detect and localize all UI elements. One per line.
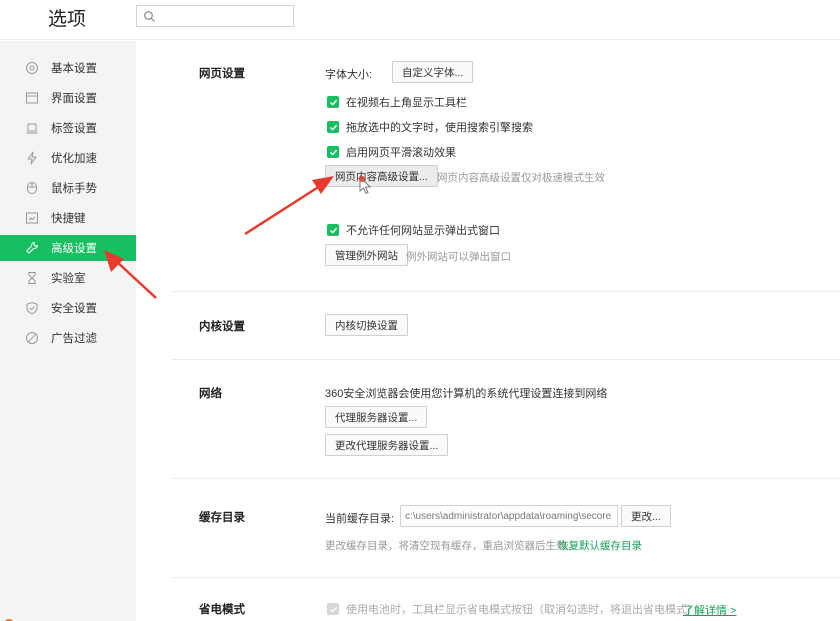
mouse-icon xyxy=(27,182,37,194)
window-icon xyxy=(26,92,38,104)
network-description: 360安全浏览器会使用您计算机的系统代理设置连接到网络 xyxy=(325,388,608,400)
section-divider xyxy=(172,359,840,360)
sidebar-item-shortcuts[interactable]: 快捷键 xyxy=(0,205,136,231)
keyboard-icon xyxy=(26,212,38,224)
gear-icon xyxy=(26,62,38,74)
checkbox-label: 在视频右上角显示工具栏 xyxy=(346,97,467,109)
checkbox-checked[interactable] xyxy=(327,96,339,108)
sidebar-item-advanced[interactable]: 高级设置 xyxy=(0,235,136,261)
advanced-content-settings-button[interactable]: 网页内容高级设置... xyxy=(325,165,438,187)
shield-icon xyxy=(26,301,38,315)
cache-path-field[interactable] xyxy=(400,505,618,527)
section-divider xyxy=(172,478,840,479)
font-size-label: 字体大小: xyxy=(325,69,373,81)
manage-exceptions-button[interactable]: 管理例外网站 xyxy=(325,244,408,266)
sidebar-item-label: 快捷键 xyxy=(51,213,86,225)
sidebar-item-tabs[interactable]: 标签设置 xyxy=(0,115,136,141)
sidebar-item-label: 界面设置 xyxy=(51,93,97,105)
checkbox-label: 启用网页平滑滚动效果 xyxy=(346,147,456,159)
section-title-cache: 缓存目录 xyxy=(199,512,245,524)
advanced-settings-hint: 网页内容高级设置仅对极速模式生效 xyxy=(437,172,605,184)
sidebar-item-label: 鼠标手势 xyxy=(51,183,97,195)
search-icon xyxy=(144,11,155,22)
check-icon xyxy=(329,149,337,156)
checkbox-checked[interactable] xyxy=(327,146,339,158)
page-title: 选项 xyxy=(48,8,87,30)
check-icon xyxy=(329,606,337,613)
sidebar: 基本设置 界面设置 标签设置 优化加速 鼠标手势 快捷键 高级设置 实验室 安全… xyxy=(0,41,136,621)
check-icon xyxy=(329,227,337,234)
sidebar-item-label: 广告过滤 xyxy=(51,333,97,345)
tab-icon xyxy=(26,123,38,134)
check-icon xyxy=(329,99,337,106)
checkbox-checked[interactable] xyxy=(327,224,339,236)
sidebar-item-label: 高级设置 xyxy=(51,243,97,255)
checkbox-label: 不允许任何网站显示弹出式窗口 xyxy=(346,225,500,237)
sidebar-item-interface[interactable]: 界面设置 xyxy=(0,85,136,111)
sidebar-item-label: 基本设置 xyxy=(51,63,97,75)
sidebar-item-lab[interactable]: 实验室 xyxy=(0,265,136,291)
sidebar-item-security[interactable]: 安全设置 xyxy=(0,295,136,321)
checkbox-checked-disabled[interactable] xyxy=(327,603,339,615)
sidebar-item-basic[interactable]: 基本设置 xyxy=(0,55,136,81)
settings-content: 网页设置 字体大小: 自定义字体... 在视频右上角显示工具栏 拖放选中的文字时… xyxy=(136,41,840,621)
checkbox-label: 使用电池时，工具栏显示省电模式按钮（取消勾选时，将退出省电模式） xyxy=(346,604,698,616)
checkbox-checked[interactable] xyxy=(327,121,339,133)
checkbox-row-block-popups[interactable]: 不允许任何网站显示弹出式窗口 xyxy=(327,222,500,238)
sidebar-item-speed[interactable]: 优化加速 xyxy=(0,145,136,171)
checkbox-row-video-toolbar[interactable]: 在视频右上角显示工具栏 xyxy=(327,94,467,110)
block-icon xyxy=(26,332,38,344)
kernel-switch-button[interactable]: 内核切换设置 xyxy=(325,314,408,336)
change-proxy-settings-button[interactable]: 更改代理服务器设置... xyxy=(325,434,449,456)
learn-more-link[interactable]: 了解详情 > xyxy=(683,602,736,618)
sidebar-item-label: 优化加速 xyxy=(51,153,97,165)
sidebar-item-label: 标签设置 xyxy=(51,123,97,135)
sidebar-item-mouse[interactable]: 鼠标手势 xyxy=(0,175,136,201)
sidebar-item-label: 安全设置 xyxy=(51,303,97,315)
restore-default-cache-link[interactable]: 恢复默认缓存目录 xyxy=(558,538,642,553)
proxy-settings-button[interactable]: 代理服务器设置... xyxy=(325,406,428,428)
exceptions-hint: 例外网站可以弹出窗口 xyxy=(406,251,511,263)
checkbox-row-power-saving[interactable]: 使用电池时，工具栏显示省电模式按钮（取消勾选时，将退出省电模式） xyxy=(327,601,698,617)
sidebar-item-label: 实验室 xyxy=(51,273,86,285)
section-title-webpage: 网页设置 xyxy=(199,68,245,80)
checkbox-row-drag-search[interactable]: 拖放选中的文字时，使用搜索引擎搜索 xyxy=(327,119,533,135)
flask-icon xyxy=(28,272,36,284)
header-bar: 选项 xyxy=(0,0,840,40)
checkbox-row-smooth-scroll[interactable]: 启用网页平滑滚动效果 xyxy=(327,144,456,160)
sidebar-item-adblock[interactable]: 广告过滤 xyxy=(0,325,136,351)
section-title-network: 网络 xyxy=(199,388,222,400)
wrench-icon xyxy=(26,242,38,254)
search-input[interactable] xyxy=(161,8,289,24)
section-divider xyxy=(172,577,840,578)
custom-font-button[interactable]: 自定义字体... xyxy=(392,61,474,83)
cache-hint: 更改缓存目录，将清空现有缓存，重启浏览器后生效。 xyxy=(325,540,577,552)
lightning-icon xyxy=(27,151,37,165)
section-title-kernel: 内核设置 xyxy=(199,321,245,333)
section-title-power: 省电模式 xyxy=(199,604,245,616)
section-divider xyxy=(172,291,840,292)
check-icon xyxy=(329,124,337,131)
change-cache-button[interactable]: 更改... xyxy=(621,505,671,527)
checkbox-label: 拖放选中的文字时，使用搜索引擎搜索 xyxy=(346,122,533,134)
search-box[interactable] xyxy=(136,5,294,27)
cache-current-label: 当前缓存目录: xyxy=(325,513,395,525)
